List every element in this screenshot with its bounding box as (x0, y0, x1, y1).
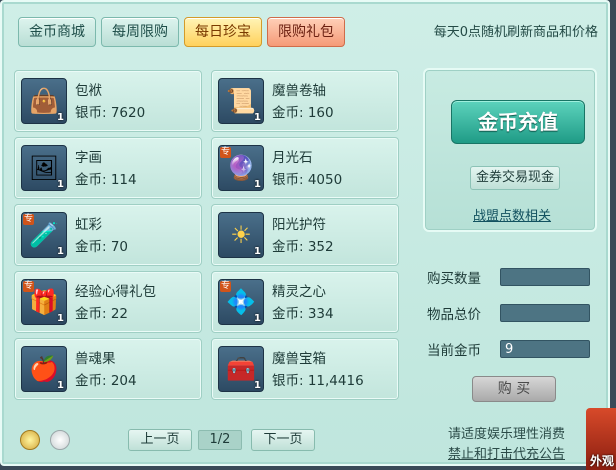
next-page-button[interactable]: 下一页 (251, 429, 315, 451)
item-name: 精灵之心 (272, 284, 326, 300)
shop-item[interactable]: 🖼 1 字画 金币: 114 (14, 137, 202, 199)
circle-icon[interactable] (50, 430, 70, 450)
quantity-field[interactable] (500, 268, 590, 286)
item-name: 魔兽卷轴 (272, 83, 326, 99)
item-name: 包袱 (75, 83, 102, 99)
spirit-heart-icon: 💠 专 1 (218, 279, 264, 325)
total-price-field (500, 304, 590, 322)
page-indicator: 1/2 (198, 430, 242, 450)
item-name: 月光石 (272, 150, 313, 166)
item-price: 金币: 352 (272, 239, 334, 255)
tab-weekly-limited[interactable]: 每周限购 (101, 17, 179, 47)
alliance-points-link[interactable]: 战盟点数相关 (473, 205, 551, 224)
item-price: 金币: 114 (75, 172, 137, 188)
item-price: 金币: 70 (75, 239, 129, 255)
bag-icon: 👜 1 (21, 78, 67, 124)
magnifier-icon[interactable] (20, 430, 40, 450)
item-name: 魔兽宝箱 (272, 351, 326, 367)
shop-item[interactable]: 🍎 1 兽魂果 金币: 204 (14, 338, 202, 400)
potion-icon: 🧪 专 1 (21, 212, 67, 258)
item-price: 金币: 22 (75, 306, 129, 322)
item-name: 经验心得礼包 (75, 284, 156, 300)
tab-limited-gift-pack[interactable]: 限购礼包 (267, 17, 345, 47)
shop-item[interactable]: 🧰 1 魔兽宝箱 银币: 11,4416 (211, 338, 399, 400)
shop-item[interactable]: 🔮 专 1 月光石 银币: 4050 (211, 137, 399, 199)
shop-item[interactable]: 📜 1 魔兽卷轴 金币: 160 (211, 70, 399, 132)
tab-daily-treasure[interactable]: 每日珍宝 (184, 17, 262, 47)
item-price: 金币: 334 (272, 306, 334, 322)
shop-item[interactable]: 🎁 专 1 经验心得礼包 金币: 22 (14, 271, 202, 333)
prev-page-button[interactable]: 上一页 (128, 429, 192, 451)
item-name: 虹彩 (75, 217, 102, 233)
buy-button[interactable]: 购 买 (472, 376, 556, 402)
current-gold-field: 9 (500, 340, 590, 358)
item-name: 字画 (75, 150, 102, 166)
shop-item[interactable]: 🧪 专 1 虹彩 金币: 70 (14, 204, 202, 266)
tab-gold-mall[interactable]: 金币商城 (18, 17, 96, 47)
moderate-spending-notice: 请适度娱乐理性消费 (447, 427, 565, 442)
item-name: 阳光护符 (272, 217, 326, 233)
total-price-label: 物品总价 (427, 307, 481, 323)
shop-item[interactable]: 💠 专 1 精灵之心 金币: 334 (211, 271, 399, 333)
item-price: 银币: 11,4416 (272, 373, 364, 389)
shop-item[interactable]: 👜 1 包袱 银币: 7620 (14, 70, 202, 132)
shop-panel: 金币商城 每周限购 每日珍宝 限购礼包 每天0点随机刷新商品和价格 👜 1 包袱 … (0, 0, 610, 466)
shop-item[interactable]: ☀ 1 阳光护符 金币: 352 (211, 204, 399, 266)
gift-bag-icon: 🎁 专 1 (21, 279, 67, 325)
treasure-chest-icon: 🧰 1 (218, 346, 264, 392)
painting-icon: 🖼 1 (21, 145, 67, 191)
recharge-panel: 金币充值 金券交易现金 战盟点数相关 (423, 68, 597, 232)
scroll-icon: 📜 1 (218, 78, 264, 124)
voucher-exchange-button[interactable]: 金券交易现金 (470, 166, 560, 190)
item-name: 兽魂果 (75, 351, 116, 367)
fruit-icon: 🍎 1 (21, 346, 67, 392)
item-price: 银币: 7620 (75, 105, 146, 121)
item-price: 金币: 160 (272, 105, 334, 121)
amulet-icon: ☀ 1 (218, 212, 264, 258)
item-price: 银币: 4050 (272, 172, 343, 188)
quantity-label: 购买数量 (427, 271, 481, 287)
gold-recharge-button[interactable]: 金币充值 (451, 100, 585, 144)
item-price: 金币: 204 (75, 373, 137, 389)
anti-proxy-recharge-link[interactable]: 禁止和打击代充公告 (448, 443, 565, 462)
moonstone-icon: 🔮 专 1 (218, 145, 264, 191)
refresh-notice: 每天0点随机刷新商品和价格 (433, 25, 598, 40)
current-gold-label: 当前金币 (427, 343, 481, 359)
appearance-label: 外观 (590, 454, 615, 468)
